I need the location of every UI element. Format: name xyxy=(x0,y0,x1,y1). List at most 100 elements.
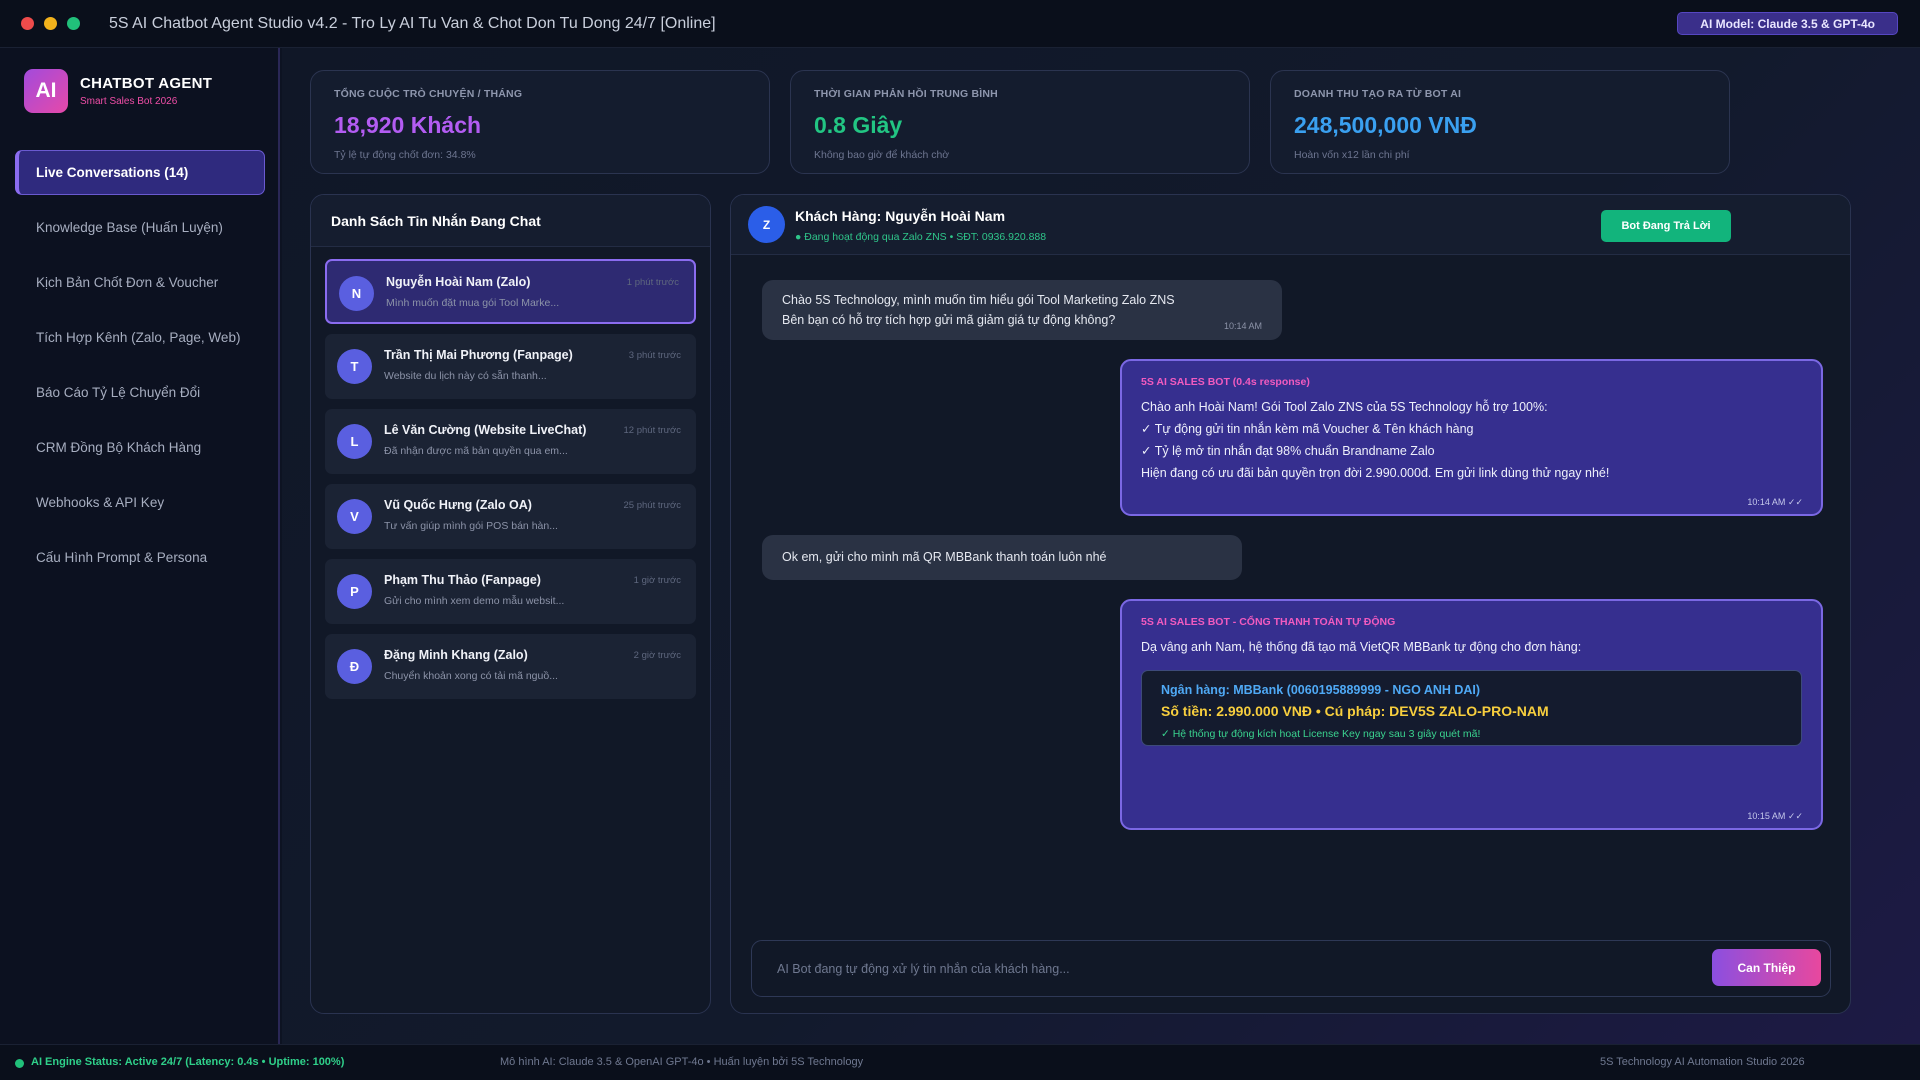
conversation-name: Phạm Thu Thảo (Fanpage) xyxy=(384,573,541,587)
bot-label: 5S AI SALES BOT (0.4s response) xyxy=(1141,376,1310,388)
conversation-name: Nguyễn Hoài Nam (Zalo) xyxy=(386,275,531,289)
sidebar-item-crm-sync[interactable]: CRM Đồng Bộ Khách Hàng xyxy=(15,425,265,470)
conversation-preview: Chuyển khoản xong có tải mã nguồ... xyxy=(384,670,558,682)
message-time: 10:14 AM ✓✓ xyxy=(1747,497,1803,507)
customer-name: Khách Hàng: Nguyễn Hoài Nam xyxy=(795,208,1006,224)
sidebar-item-conversion-report[interactable]: Báo Cáo Tỷ Lệ Chuyển Đổi xyxy=(15,370,265,415)
minimize-window-button[interactable] xyxy=(44,17,57,30)
title-bar: 5S AI Chatbot Agent Studio v4.2 - Tro Ly… xyxy=(0,0,1920,48)
message-input-bar: Can Thiệp xyxy=(751,940,1831,997)
conversation-time: 3 phút trước xyxy=(628,350,681,361)
conversation-time: 25 phút trước xyxy=(623,500,681,511)
stat-card-response-time: THỜI GIAN PHẢN HỒI TRUNG BÌNH 0.8 Giây K… xyxy=(790,70,1250,174)
intervene-button[interactable]: Can Thiệp xyxy=(1712,949,1821,986)
message-line: Hiện đang có ưu đãi bản quyền trọn đời 2… xyxy=(1141,466,1610,480)
brand-name: CHATBOT AGENT xyxy=(80,75,213,92)
conversation-preview: Mình muốn đặt mua gói Tool Marke... xyxy=(386,297,560,309)
stat-label: TỔNG CUỘC TRÒ CHUYỆN / THÁNG xyxy=(334,88,523,100)
conversation-list-title: Danh Sách Tin Nhắn Đang Chat xyxy=(311,195,710,247)
message-line: ✓ Tự động gửi tin nhắn kèm mã Voucher & … xyxy=(1141,422,1474,436)
model-info: Mô hình AI: Claude 3.5 & OpenAI GPT-4o •… xyxy=(500,1056,864,1068)
stat-value: 18,920 Khách xyxy=(334,112,482,138)
window-title: 5S AI Chatbot Agent Studio v4.2 - Tro Ly… xyxy=(109,14,716,32)
sidebar-nav: Live Conversations (14) Knowledge Base (… xyxy=(15,150,265,590)
studio-credit: 5S Technology AI Automation Studio 2026 xyxy=(1600,1056,1805,1068)
avatar: T xyxy=(337,349,372,384)
message-input[interactable] xyxy=(753,942,1713,995)
conversation-time: 2 giờ trước xyxy=(633,650,681,661)
customer-status: ● Đang hoạt động qua Zalo ZNS • SĐT: 093… xyxy=(795,231,1047,243)
stat-value: 0.8 Giây xyxy=(814,112,903,138)
conversation-item[interactable]: V Vũ Quốc Hưng (Zalo OA) 25 phút trước T… xyxy=(325,484,696,549)
payment-note: ✓ Hệ thống tự động kích hoạt License Key… xyxy=(1161,728,1481,740)
avatar: N xyxy=(339,276,374,311)
sidebar-item-webhooks-api[interactable]: Webhooks & API Key xyxy=(15,480,265,525)
conversation-time: 12 phút trước xyxy=(623,425,681,436)
stat-label: THỜI GIAN PHẢN HỒI TRUNG BÌNH xyxy=(814,88,998,100)
conversation-preview: Website du lịch này có sẵn thanh... xyxy=(384,370,547,382)
conversation-list: N Nguyễn Hoài Nam (Zalo) 1 phút trước Mì… xyxy=(311,247,710,699)
stat-note: Tỷ lệ tự động chốt đơn: 34.8% xyxy=(334,149,476,161)
conversation-time: 1 phút trước xyxy=(626,277,679,288)
brand-subtitle: Smart Sales Bot 2026 xyxy=(80,96,178,107)
avatar: L xyxy=(337,424,372,459)
avatar: Đ xyxy=(337,649,372,684)
message-time: 10:14 AM xyxy=(1223,321,1262,331)
sidebar-item-scripts-vouchers[interactable]: Kịch Bản Chốt Đơn & Voucher xyxy=(15,260,265,305)
brand: AI CHATBOT AGENT Smart Sales Bot 2026 xyxy=(24,69,212,113)
bot-payment-message: 5S AI SALES BOT - CỔNG THANH TOÁN TỰ ĐỘN… xyxy=(1120,599,1823,830)
message-line: Chào anh Hoài Nam! Gói Tool Zalo ZNS của… xyxy=(1141,400,1548,414)
bot-replying-button[interactable]: Bot Đang Trả Lời xyxy=(1601,210,1731,242)
maximize-window-button[interactable] xyxy=(67,17,80,30)
conversation-item[interactable]: T Trần Thị Mai Phương (Fanpage) 3 phút t… xyxy=(325,334,696,399)
conversation-name: Vũ Quốc Hưng (Zalo OA) xyxy=(384,498,532,512)
conversation-name: Đặng Minh Khang (Zalo) xyxy=(384,648,528,662)
conversation-name: Lê Văn Cường (Website LiveChat) xyxy=(384,423,587,437)
conversation-name: Trần Thị Mai Phương (Fanpage) xyxy=(384,348,573,362)
stat-card-conversations: TỔNG CUỘC TRÒ CHUYỆN / THÁNG 18,920 Khác… xyxy=(310,70,770,174)
stat-note: Hoàn vốn x12 lần chi phí xyxy=(1294,149,1410,161)
avatar: P xyxy=(337,574,372,609)
message-time: 10:15 AM ✓✓ xyxy=(1747,811,1803,821)
payment-amount: Số tiền: 2.990.000 VNĐ • Cú pháp: DEV5S … xyxy=(1161,703,1549,719)
ai-model-badge: AI Model: Claude 3.5 & GPT-4o xyxy=(1677,12,1898,35)
window-controls xyxy=(21,17,80,30)
message-line: Bên bạn có hỗ trợ tích hợp gửi mã giảm g… xyxy=(782,313,1116,327)
close-window-button[interactable] xyxy=(21,17,34,30)
avatar: V xyxy=(337,499,372,534)
conversation-time: 1 giờ trước xyxy=(633,575,681,586)
engine-status: AI Engine Status: Active 24/7 (Latency: … xyxy=(31,1056,345,1068)
payment-bank: Ngân hàng: MBBank (0060195889999 - NGO A… xyxy=(1161,683,1481,697)
conversation-preview: Tư vấn giúp mình gói POS bán hàn... xyxy=(384,520,558,532)
conversation-list-panel: Danh Sách Tin Nhắn Đang Chat N Nguyễn Ho… xyxy=(310,194,711,1014)
message-text: Ok em, gửi cho mình mã QR MBBank thanh t… xyxy=(782,550,1107,564)
status-bar: AI Engine Status: Active 24/7 (Latency: … xyxy=(0,1044,1920,1080)
conversation-item[interactable]: P Phạm Thu Thảo (Fanpage) 1 giờ trước Gử… xyxy=(325,559,696,624)
sidebar: AI CHATBOT AGENT Smart Sales Bot 2026 Li… xyxy=(0,48,280,1044)
chat-panel: Z Khách Hàng: Nguyễn Hoài Nam ● Đang hoạ… xyxy=(730,194,1851,1014)
stat-label: DOANH THU TẠO RA TỪ BOT AI xyxy=(1294,88,1462,100)
bot-message: 5S AI SALES BOT (0.4s response) Chào anh… xyxy=(1120,359,1823,516)
conversation-preview: Đã nhận được mã bản quyền qua em... xyxy=(384,445,568,457)
sidebar-item-live-conversations[interactable]: Live Conversations (14) xyxy=(15,150,265,195)
main-content: TỔNG CUỘC TRÒ CHUYỆN / THÁNG 18,920 Khác… xyxy=(282,48,1920,1044)
incoming-message: Ok em, gửi cho mình mã QR MBBank thanh t… xyxy=(762,535,1242,580)
conversation-item[interactable]: L Lê Văn Cường (Website LiveChat) 12 phú… xyxy=(325,409,696,474)
stat-note: Không bao giờ để khách chờ xyxy=(814,149,950,161)
sidebar-item-prompt-persona[interactable]: Cấu Hình Prompt & Persona xyxy=(15,535,265,580)
conversation-item[interactable]: Đ Đặng Minh Khang (Zalo) 2 giờ trước Chu… xyxy=(325,634,696,699)
sidebar-item-knowledge-base[interactable]: Knowledge Base (Huấn Luyện) xyxy=(15,205,265,250)
conversation-item[interactable]: N Nguyễn Hoài Nam (Zalo) 1 phút trước Mì… xyxy=(325,259,696,324)
message-line: Chào 5S Technology, mình muốn tìm hiểu g… xyxy=(782,293,1175,307)
bot-label: 5S AI SALES BOT - CỔNG THANH TOÁN TỰ ĐỘN… xyxy=(1141,616,1396,628)
sidebar-item-channel-integration[interactable]: Tích Hợp Kênh (Zalo, Page, Web) xyxy=(15,315,265,360)
customer-avatar: Z xyxy=(748,206,785,243)
payment-info-box: Ngân hàng: MBBank (0060195889999 - NGO A… xyxy=(1141,670,1802,746)
conversation-preview: Gửi cho mình xem demo mẫu websit... xyxy=(384,595,565,607)
message-text: Dạ vâng anh Nam, hệ thống đã tạo mã Viet… xyxy=(1141,640,1582,654)
stat-value: 248,500,000 VNĐ xyxy=(1294,112,1477,138)
app-logo: AI xyxy=(24,69,68,113)
chat-header: Z Khách Hàng: Nguyễn Hoài Nam ● Đang hoạ… xyxy=(731,195,1850,255)
stat-card-revenue: DOANH THU TẠO RA TỪ BOT AI 248,500,000 V… xyxy=(1270,70,1730,174)
status-indicator-icon xyxy=(15,1059,24,1068)
